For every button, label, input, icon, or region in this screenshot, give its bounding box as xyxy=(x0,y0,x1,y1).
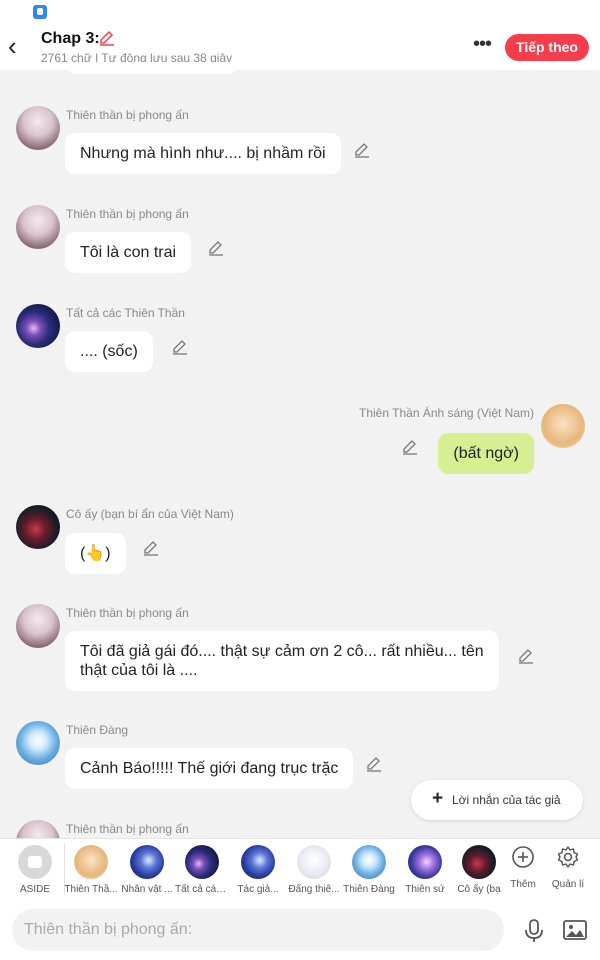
character-label: Nhân vật ... xyxy=(121,884,173,895)
sky-avatar xyxy=(352,845,386,879)
gear-icon xyxy=(557,846,579,868)
composer-bar xyxy=(0,900,600,960)
add-character-button[interactable]: Thêm xyxy=(500,845,546,890)
character-label: Thiên Đàng xyxy=(343,884,395,895)
dark-avatar xyxy=(462,845,496,879)
character-label: ASIDE xyxy=(19,884,50,895)
character-item[interactable]: Thiên sứ xyxy=(398,845,452,895)
character-item[interactable]: Tác giả... xyxy=(231,845,285,895)
chapter-title: Chap 3: xyxy=(41,30,100,47)
sender-name: Thiên thần bị phong ấn xyxy=(66,606,189,620)
message-bubble[interactable]: Tôi đã giả gái đó.... thật sự cảm ơn 2 c… xyxy=(65,631,499,691)
character-label: Tác giả... xyxy=(237,884,279,895)
character-aside[interactable]: ASIDE xyxy=(8,845,62,895)
author-note-button[interactable]: + Lời nhắn của tác giả xyxy=(411,780,583,820)
galaxy-avatar xyxy=(408,845,442,879)
edit-pen-icon[interactable] xyxy=(353,141,371,159)
plus-icon: + xyxy=(432,788,444,809)
sky-avatar[interactable] xyxy=(16,721,60,765)
angel-avatar xyxy=(297,845,331,879)
angel-avatar[interactable] xyxy=(16,604,60,648)
edit-pen-icon[interactable] xyxy=(365,755,383,773)
angel-avatar[interactable] xyxy=(16,106,60,150)
angel-avatar[interactable] xyxy=(16,205,60,249)
galaxy-avatar xyxy=(185,845,219,879)
character-item[interactable]: Tất cả các... xyxy=(175,845,229,895)
character-item[interactable]: Thiên Thầ... xyxy=(64,845,118,895)
character-item[interactable]: Thiên Đàng xyxy=(342,845,396,895)
app-icon xyxy=(33,5,47,19)
edit-title-icon[interactable] xyxy=(98,29,116,47)
character-bar: ASIDE Thiên Thầ... Nhân vật ... Tất cả c… xyxy=(0,838,600,900)
angel-avatar[interactable] xyxy=(16,820,60,838)
character-item[interactable]: Đấng thiê... xyxy=(287,845,341,895)
character-label: Thiên Thầ... xyxy=(64,884,118,895)
status-bar xyxy=(0,0,600,24)
sender-name: Cô ấy (bạn bí ẩn của Việt Nam) xyxy=(66,507,234,521)
galaxy-avatar xyxy=(130,845,164,879)
message-bubble[interactable]: Tôi là con trai xyxy=(65,232,192,273)
edit-pen-icon[interactable] xyxy=(171,338,189,356)
manage-label: Quản lí xyxy=(551,879,585,890)
edit-pen-icon[interactable] xyxy=(142,539,160,557)
message-input[interactable] xyxy=(12,909,504,951)
character-item[interactable]: Cô ấy (bạ xyxy=(452,845,506,895)
message-bubble[interactable]: (bất ngờ) xyxy=(438,433,534,474)
girl-avatar[interactable] xyxy=(541,404,585,448)
character-label: Cô ấy (bạ xyxy=(457,884,501,895)
message-item: Thiên thần bị phong ấn xyxy=(0,818,600,838)
manage-characters-button[interactable]: Quản lí xyxy=(545,845,591,890)
message-bubble[interactable]: .... (sốc) xyxy=(65,331,153,372)
image-icon[interactable] xyxy=(563,919,587,941)
character-item[interactable]: Nhân vật ... xyxy=(120,845,174,895)
partial-message-bubble xyxy=(66,62,238,74)
edit-pen-icon[interactable] xyxy=(207,239,225,257)
author-note-label: Lời nhắn của tác giả xyxy=(452,793,561,807)
sender-name: Thiên thần bị phong ấn xyxy=(66,207,189,221)
dark-avatar[interactable] xyxy=(16,505,60,549)
sender-name: Thiên thần bị phong ấn xyxy=(66,108,189,122)
message-bubble[interactable]: Cảnh Báo!!!!! Thế giới đang trục trặc xyxy=(65,748,354,789)
back-arrow-icon[interactable]: ‹ xyxy=(8,33,26,59)
add-label: Thêm xyxy=(510,879,536,890)
character-label: Thiên sứ xyxy=(405,884,445,895)
sender-name: Thiên Đàng xyxy=(66,723,129,737)
add-circle-icon xyxy=(512,846,534,868)
galaxy-avatar[interactable] xyxy=(16,304,60,348)
character-label: Tất cả các... xyxy=(175,884,229,895)
aside-icon xyxy=(18,845,52,879)
microphone-icon[interactable] xyxy=(522,918,546,944)
message-bubble[interactable]: Nhưng mà hình như.... bị nhầm rồi xyxy=(65,133,341,174)
edit-pen-icon[interactable] xyxy=(401,438,419,456)
sender-name: Thiên Thần Ánh sáng (Việt Nam) xyxy=(359,406,534,420)
character-label: Đấng thiê... xyxy=(288,884,340,895)
girl-avatar xyxy=(74,845,108,879)
edit-pen-icon[interactable] xyxy=(517,647,535,665)
next-button[interactable]: Tiếp theo xyxy=(505,34,589,61)
message-bubble[interactable]: (👆) xyxy=(65,533,126,574)
sender-name: Tất cả các Thiên Thần xyxy=(66,306,185,320)
galaxy-avatar xyxy=(241,845,275,879)
sender-name: Thiên thần bị phong ấn xyxy=(66,822,189,836)
more-options-icon[interactable]: ••• xyxy=(470,33,494,57)
